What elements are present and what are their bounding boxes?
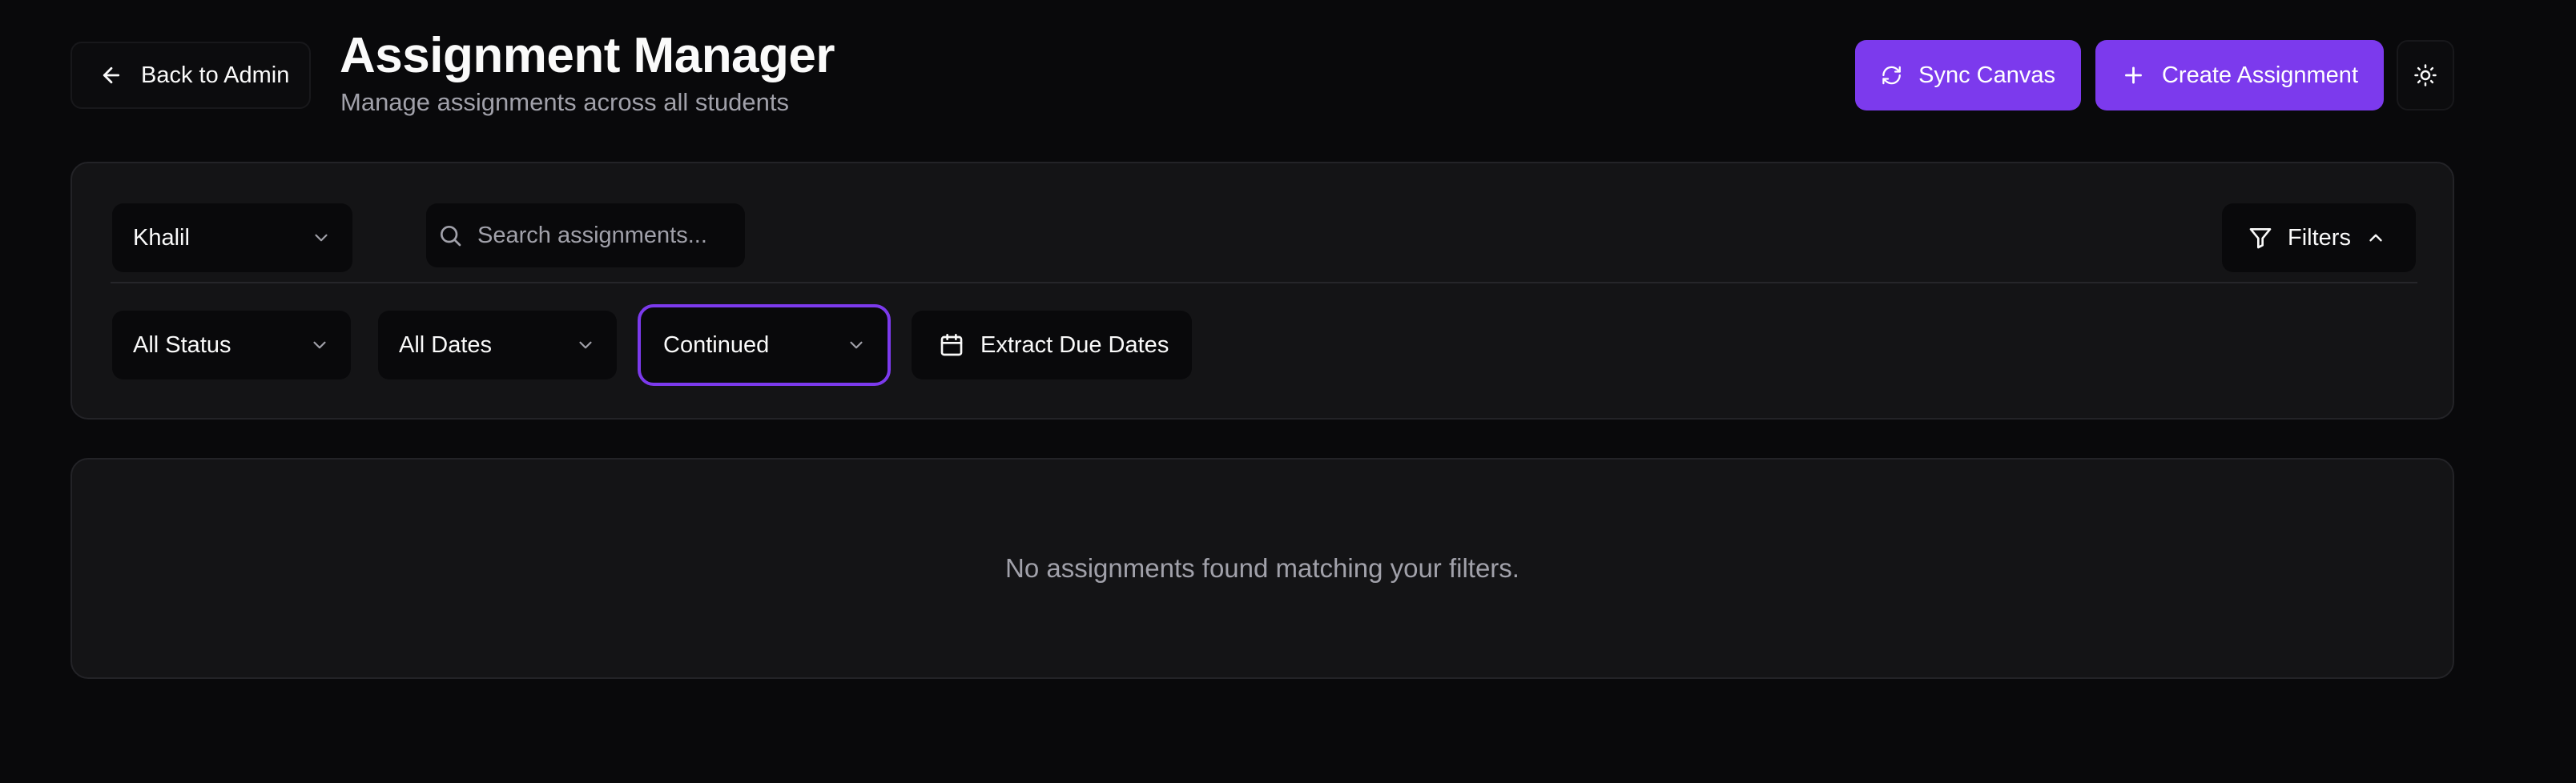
student-select[interactable]: Khalil (112, 203, 352, 272)
assignment-manager-page: Back to Admin Assignment Manager Manage … (0, 0, 2576, 783)
chevron-up-icon (2369, 234, 2382, 242)
arrow-left-icon (103, 66, 120, 84)
chevron-down-icon (313, 341, 326, 349)
status-select-value: All Status (133, 331, 231, 358)
back-to-admin-button[interactable]: Back to Admin (70, 42, 311, 109)
dates-select-value: All Dates (399, 331, 493, 358)
create-assignment-label: Create Assignment (2161, 62, 2358, 88)
sun-icon (2414, 64, 2437, 86)
create-assignment-button[interactable]: Create Assignment (2095, 40, 2384, 110)
refresh-icon (1882, 66, 1901, 85)
theme-toggle-button[interactable] (2397, 40, 2454, 110)
filter-divider (111, 282, 2417, 283)
extract-due-dates-label: Extract Due Dates (980, 331, 1169, 358)
filters-toggle-label: Filters (2288, 224, 2351, 251)
chevron-down-icon (315, 234, 328, 242)
back-to-admin-label: Back to Admin (141, 62, 290, 88)
search-field (426, 203, 745, 267)
filter-panel: Khalil Filters All Status All Dates (70, 162, 2454, 420)
assignments-results-panel: No assignments found matching your filte… (70, 458, 2454, 679)
dates-select[interactable]: All Dates (378, 311, 617, 379)
sync-canvas-button[interactable]: Sync Canvas (1855, 40, 2081, 110)
chevron-down-icon (850, 341, 863, 349)
student-select-value: Khalil (133, 224, 190, 251)
page-subtitle: Manage assignments across all students (340, 88, 790, 116)
funnel-icon (2249, 228, 2272, 249)
empty-state-message: No assignments found matching your filte… (1005, 553, 1519, 583)
status-select[interactable]: All Status (112, 311, 351, 379)
search-icon (441, 226, 461, 247)
search-input[interactable] (477, 222, 734, 249)
plus-icon (2125, 66, 2142, 84)
assignment-type-select-value: Continued (663, 331, 770, 358)
chevron-down-icon (579, 341, 592, 349)
sync-canvas-label: Sync Canvas (1918, 62, 2055, 88)
extract-due-dates-button[interactable]: Extract Due Dates (912, 311, 1192, 379)
calendar-icon (940, 334, 963, 356)
page-title: Assignment Manager (340, 28, 835, 83)
assignment-type-select[interactable]: Continued (638, 304, 891, 386)
filters-toggle-button[interactable]: Filters (2222, 203, 2416, 272)
